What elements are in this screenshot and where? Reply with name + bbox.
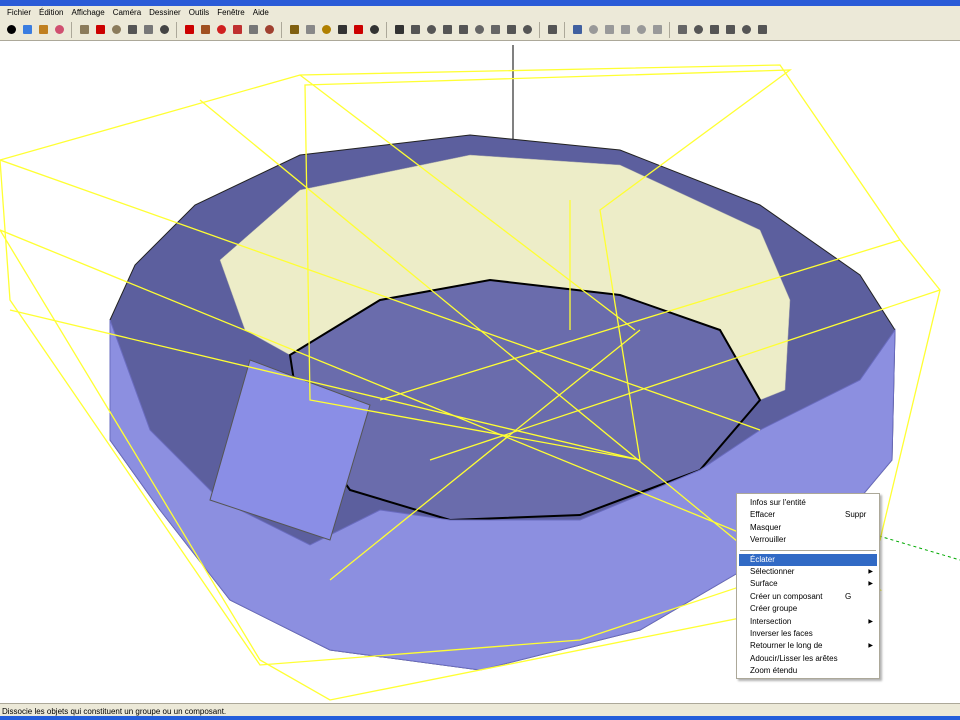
menu-item-label: Masquer (750, 522, 782, 532)
context-menu-item[interactable]: Retourner le long de ▶ (739, 640, 877, 652)
right-view-icon[interactable] (618, 23, 632, 37)
menu-item-label: Zoom étendu (750, 666, 798, 676)
context-menu-item[interactable]: Inverser les faces (739, 628, 877, 640)
toolbar-separator (386, 21, 387, 38)
next-view-icon[interactable] (488, 23, 502, 37)
status-text: Dissocie les objets qui constituent un g… (2, 707, 227, 716)
select-icon[interactable] (4, 23, 18, 37)
paint-bucket-icon[interactable] (36, 23, 50, 37)
submenu-arrow-icon: ▶ (868, 618, 873, 625)
menu-item-label: Adoucir/Lisser les arêtes (750, 653, 838, 663)
push-pull-icon[interactable] (198, 23, 212, 37)
iso-view-icon[interactable] (570, 23, 584, 37)
scale-icon[interactable] (246, 23, 260, 37)
menu-item-shortcut: Suppr (845, 510, 867, 520)
context-menu-item[interactable]: Sélectionner ▶ (739, 566, 877, 578)
menu-item-label: Inverser les faces (750, 628, 813, 638)
menu-item-label: Surface (750, 579, 778, 589)
move-icon[interactable] (182, 23, 196, 37)
menu-separator (740, 549, 876, 551)
left-view-icon[interactable] (650, 23, 664, 37)
context-menu-item[interactable]: Éclater (739, 553, 877, 566)
textured-icon[interactable] (739, 23, 753, 37)
menu-item-label: Intersection (750, 616, 792, 626)
offset-icon[interactable] (262, 23, 276, 37)
submenu-arrow-icon: ▶ (868, 643, 873, 650)
line-icon[interactable] (93, 23, 107, 37)
context-menu-item[interactable]: Infos sur l'entité (739, 497, 877, 509)
toolbar-separator (281, 21, 282, 38)
zoom-extents-icon[interactable] (456, 23, 470, 37)
follow-me-icon[interactable] (230, 23, 244, 37)
menu-item-label: Créer groupe (750, 604, 798, 614)
menu-3[interactable]: Caméra (109, 8, 145, 17)
walk-icon[interactable] (504, 23, 518, 37)
taskbar (0, 716, 960, 720)
component-icon[interactable] (20, 23, 34, 37)
arc-icon[interactable] (125, 23, 139, 37)
pan-icon[interactable] (408, 23, 422, 37)
orbit-icon[interactable] (392, 23, 406, 37)
toolbar-separator (71, 21, 72, 38)
menu-item-label: Éclater (750, 554, 775, 564)
context-menu-item[interactable]: Créer groupe (739, 603, 877, 615)
menu-5[interactable]: Outils (185, 8, 213, 17)
menu-0[interactable]: Fichier (3, 8, 35, 17)
dimension-icon[interactable] (303, 23, 317, 37)
menu-1[interactable]: Édition (35, 8, 67, 17)
toolbar-separator (539, 21, 540, 38)
hidden-line-icon[interactable] (707, 23, 721, 37)
shaded-icon[interactable] (723, 23, 737, 37)
front-view-icon[interactable] (602, 23, 616, 37)
zoom-icon[interactable] (424, 23, 438, 37)
context-menu: Infos sur l'entité Effacer Suppr Masquer Ver… (736, 493, 880, 679)
protractor-icon[interactable] (319, 23, 333, 37)
context-menu-item[interactable]: Verrouiller (739, 534, 877, 546)
menu-item-label: Verrouiller (750, 535, 787, 545)
menu-item-label: Sélectionner (750, 566, 795, 576)
toolbar-separator (564, 21, 565, 38)
menu-2[interactable]: Affichage (67, 8, 108, 17)
context-menu-item[interactable]: Effacer Suppr (739, 509, 877, 521)
submenu-arrow-icon: ▶ (868, 581, 873, 588)
toolbar-separator (669, 21, 670, 38)
toolbar-separator (176, 21, 177, 38)
back-view-icon[interactable] (634, 23, 648, 37)
eraser-icon[interactable] (52, 23, 66, 37)
3d-text-icon[interactable] (367, 23, 381, 37)
context-menu-item[interactable]: Zoom étendu (739, 665, 877, 677)
axes-icon[interactable] (351, 23, 365, 37)
polygon-icon[interactable] (141, 23, 155, 37)
menu-item-label: Retourner le long de (750, 641, 823, 651)
look-around-icon[interactable] (520, 23, 534, 37)
text-icon[interactable] (335, 23, 349, 37)
xray-icon[interactable] (675, 23, 689, 37)
menu-6[interactable]: Fenêtre (213, 8, 249, 17)
menu-4[interactable]: Dessiner (145, 8, 185, 17)
top-view-icon[interactable] (586, 23, 600, 37)
rotate-icon[interactable] (214, 23, 228, 37)
circle-icon[interactable] (109, 23, 123, 37)
freehand-icon[interactable] (157, 23, 171, 37)
context-menu-item[interactable]: Intersection ▶ (739, 616, 877, 628)
menu-item-shortcut: G (845, 591, 852, 601)
toolbar (0, 19, 960, 41)
menu-item-label: Effacer (750, 510, 776, 520)
monochrome-icon[interactable] (755, 23, 769, 37)
position-camera-icon[interactable] (545, 23, 559, 37)
menu-item-label: Infos sur l'entité (750, 498, 806, 507)
previous-view-icon[interactable] (472, 23, 486, 37)
submenu-arrow-icon: ▶ (868, 568, 873, 575)
menu-item-label: Créer un composant (750, 591, 823, 601)
menu-7[interactable]: Aide (249, 8, 273, 17)
wireframe-icon[interactable] (691, 23, 705, 37)
tape-measure-icon[interactable] (287, 23, 301, 37)
context-menu-item[interactable]: Surface ▶ (739, 578, 877, 590)
rectangle-icon[interactable] (77, 23, 91, 37)
zoom-window-icon[interactable] (440, 23, 454, 37)
context-menu-item[interactable]: Adoucir/Lisser les arêtes (739, 653, 877, 665)
menu-bar: Fichier Édition Affichage Caméra Dessiner Out… (0, 6, 960, 19)
context-menu-item[interactable]: Masquer (739, 522, 877, 534)
context-menu-item[interactable]: Créer un composant G (739, 591, 877, 603)
